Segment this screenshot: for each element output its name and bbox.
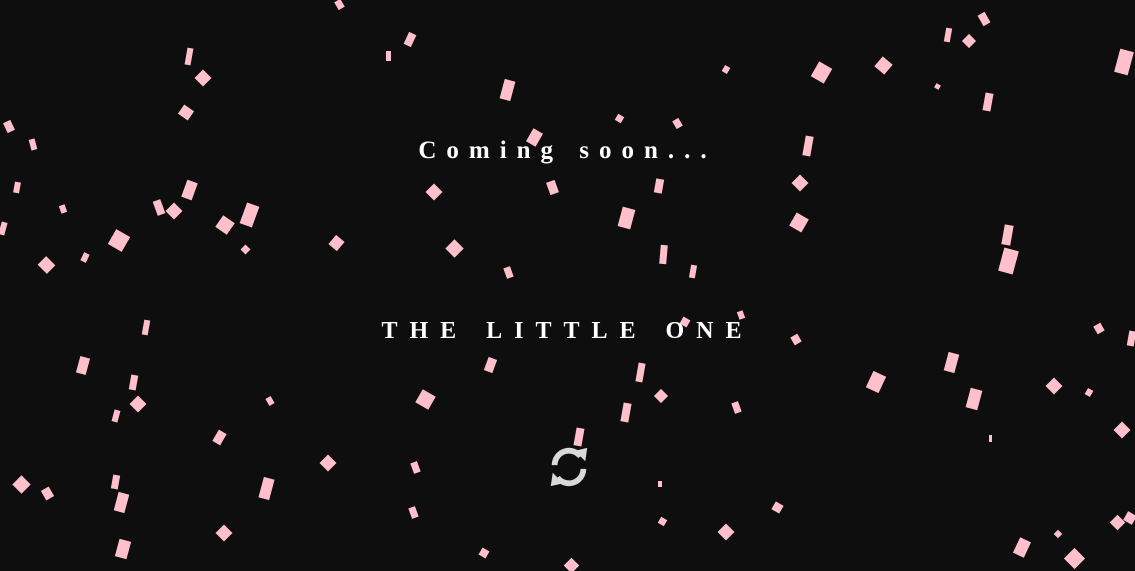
confetti-piece bbox=[717, 523, 735, 541]
confetti-piece bbox=[546, 179, 559, 196]
refresh-button[interactable] bbox=[544, 441, 594, 493]
confetti-piece bbox=[177, 104, 195, 121]
confetti-piece bbox=[334, 0, 345, 11]
confetti-piece bbox=[998, 247, 1019, 275]
confetti-piece bbox=[961, 33, 977, 49]
confetti-piece bbox=[1001, 224, 1014, 246]
confetti-piece bbox=[659, 244, 668, 265]
confetti-piece bbox=[445, 239, 464, 258]
confetti-piece bbox=[111, 409, 121, 423]
confetti-piece bbox=[0, 221, 8, 236]
confetti-piece bbox=[194, 69, 212, 87]
confetti-piece bbox=[614, 113, 625, 124]
confetti-piece bbox=[1084, 387, 1094, 398]
confetti-piece bbox=[3, 119, 15, 134]
confetti-piece bbox=[319, 454, 337, 472]
confetti-piece bbox=[874, 56, 893, 75]
confetti-piece bbox=[113, 491, 130, 514]
confetti-piece bbox=[410, 461, 421, 474]
confetti-piece bbox=[1114, 48, 1134, 76]
confetti-piece bbox=[12, 475, 31, 494]
confetti-piece bbox=[771, 501, 784, 514]
confetti-piece bbox=[635, 362, 646, 383]
confetti-piece bbox=[1109, 514, 1126, 531]
confetti-piece bbox=[499, 78, 516, 102]
confetti-piece bbox=[165, 202, 183, 220]
page-title: THE LITTLE ONE bbox=[381, 318, 754, 344]
confetti-piece bbox=[617, 206, 636, 230]
confetti-piece bbox=[721, 64, 731, 75]
refresh-icon bbox=[550, 447, 588, 487]
confetti-piece bbox=[672, 117, 683, 130]
coming-soon-text: Coming soon... bbox=[418, 137, 717, 164]
confetti-piece bbox=[80, 252, 90, 263]
confetti-piece bbox=[1045, 377, 1063, 395]
confetti-piece bbox=[110, 474, 121, 490]
confetti-piece bbox=[13, 181, 21, 194]
confetti-piece bbox=[620, 402, 632, 423]
confetti-piece bbox=[653, 388, 669, 404]
confetti-piece bbox=[731, 401, 742, 414]
confetti-piece bbox=[258, 476, 275, 501]
confetti-piece bbox=[215, 524, 233, 542]
confetti-piece bbox=[75, 355, 91, 376]
confetti-piece bbox=[478, 547, 490, 559]
confetti-piece bbox=[152, 199, 166, 216]
confetti-piece bbox=[328, 234, 345, 252]
confetti-piece bbox=[408, 506, 419, 519]
confetti-piece bbox=[40, 486, 55, 501]
confetti-piece bbox=[658, 481, 662, 487]
confetti-piece bbox=[1053, 529, 1063, 539]
confetti-piece bbox=[791, 174, 809, 192]
confetti-piece bbox=[107, 229, 131, 252]
confetti-piece bbox=[265, 396, 275, 406]
confetti-piece bbox=[212, 429, 227, 446]
confetti-piece bbox=[184, 47, 194, 66]
confetti-piece bbox=[977, 11, 991, 27]
confetti-piece bbox=[415, 389, 436, 410]
confetti-piece bbox=[1063, 547, 1086, 570]
confetti-piece bbox=[865, 370, 887, 394]
confetti-piece bbox=[114, 538, 132, 560]
confetti-piece bbox=[563, 557, 580, 571]
confetti-piece bbox=[657, 516, 668, 527]
confetti-piece bbox=[1012, 537, 1032, 558]
confetti-piece bbox=[128, 374, 139, 391]
confetti-piece bbox=[503, 266, 514, 279]
confetti-piece bbox=[239, 202, 260, 228]
confetti-piece bbox=[129, 395, 147, 413]
confetti-piece bbox=[989, 435, 992, 442]
confetti-piece bbox=[215, 215, 235, 235]
confetti-piece bbox=[653, 178, 665, 194]
confetti-piece bbox=[810, 61, 833, 84]
confetti-piece bbox=[934, 83, 941, 90]
confetti-piece bbox=[1113, 421, 1131, 439]
confetti-piece bbox=[943, 351, 960, 374]
confetti-piece bbox=[37, 256, 56, 274]
confetti-piece bbox=[58, 204, 68, 214]
confetti-piece bbox=[483, 356, 498, 374]
confetti-piece bbox=[965, 387, 983, 411]
confetti-piece bbox=[425, 183, 443, 201]
confetti-piece bbox=[386, 51, 391, 61]
confetti-piece bbox=[982, 92, 994, 112]
confetti-piece bbox=[688, 264, 698, 279]
confetti-piece bbox=[181, 179, 198, 201]
confetti-piece bbox=[789, 212, 809, 233]
confetti-piece bbox=[943, 27, 953, 43]
confetti-piece bbox=[403, 31, 417, 48]
confetti-piece bbox=[240, 244, 251, 255]
